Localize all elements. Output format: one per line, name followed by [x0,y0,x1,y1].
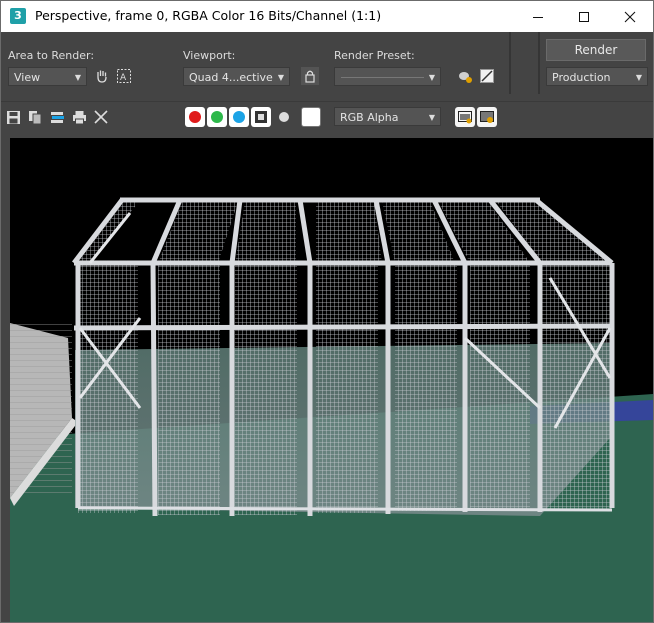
area-to-render-dropdown[interactable]: View ▼ [8,67,87,86]
chevron-down-icon: ▼ [428,113,435,122]
viewport-dropdown[interactable]: Quad 4...ective ▼ [183,67,290,86]
red-channel-button[interactable] [185,107,205,127]
render-setup-button[interactable] [456,67,474,85]
chevron-down-icon: ▼ [74,73,81,82]
area-to-render-label: Area to Render: [8,49,95,62]
green-channel-icon [211,111,223,123]
monochrome-icon [279,112,289,122]
render-frame-window: 3 Perspective, frame 0, RGBA Color 16 Bi… [0,0,654,623]
alpha-channel-icon [255,111,267,123]
hand-icon [97,70,107,83]
close-icon [624,11,636,22]
render-mode-value: Production [552,71,611,84]
environment-icon [480,69,494,83]
channel-display-dropdown[interactable]: RGB Alpha ▼ [334,107,441,126]
alpha-channel-button[interactable] [251,107,271,127]
minimize-icon [533,16,543,18]
render-button[interactable]: Render [546,39,646,61]
chevron-down-icon: ▼ [635,73,642,82]
close-button[interactable] [607,1,653,32]
render-preset-label: Render Preset: [334,49,415,62]
chevron-down-icon: ▼ [277,73,284,82]
rendered-cage-image [10,197,653,622]
clone-icon [50,111,64,123]
ui-toggle-icon [480,111,494,123]
toggle-ui-overlay-button[interactable] [455,107,475,127]
title-bar: 3 Perspective, frame 0, RGBA Color 16 Bi… [1,1,653,32]
svg-text:A: A [120,73,127,83]
clone-window-button[interactable] [48,108,66,126]
lock-icon [305,70,315,83]
divider [538,32,540,94]
monochrome-button[interactable] [275,108,293,126]
render-mode-dropdown[interactable]: Production ▼ [546,67,648,86]
clear-icon [94,110,108,124]
viewport-value: Quad 4...ective [189,71,273,84]
blue-channel-button[interactable] [229,107,249,127]
divider [509,32,511,94]
save-icon [6,110,20,124]
app-icon: 3 [10,8,26,24]
chevron-down-icon: ▼ [428,73,435,82]
print-image-button[interactable] [70,108,88,126]
lock-viewport-button[interactable] [301,67,319,85]
color-swatch [304,110,318,124]
swatch-button[interactable] [301,107,321,127]
auto-region-button[interactable]: A [115,67,133,85]
maximize-button[interactable] [561,1,607,32]
clear-button[interactable] [92,108,110,126]
toggle-ui-button[interactable] [477,107,497,127]
print-icon [72,110,86,124]
minimize-button[interactable] [515,1,561,32]
copy-icon [28,110,41,124]
render-settings-toolbar: Area to Render: View ▼ A Viewport: Quad … [1,32,653,99]
viewport-label: Viewport: [183,49,236,62]
window-title: Perspective, frame 0, RGBA Color 16 Bits… [35,8,382,23]
frame-buffer-toolbar: RGB Alpha ▼ [1,101,653,133]
blue-channel-icon [233,111,245,123]
area-to-render-value: View [14,71,41,84]
teapot-gear-icon [459,72,472,83]
auto-region-icon: A [117,69,131,83]
channel-display-value: RGB Alpha [340,111,399,124]
save-image-button[interactable] [4,108,22,126]
red-channel-icon [189,111,201,123]
ui-overlay-icon [458,111,472,124]
edit-region-button[interactable] [93,67,111,85]
environment-button[interactable] [478,67,496,85]
copy-image-button[interactable] [26,108,44,126]
rendered-image-viewport[interactable] [10,138,653,622]
maximize-icon [579,11,589,22]
preset-empty-line [341,77,424,78]
green-channel-button[interactable] [207,107,227,127]
render-preset-dropdown[interactable]: ▼ [334,67,441,86]
